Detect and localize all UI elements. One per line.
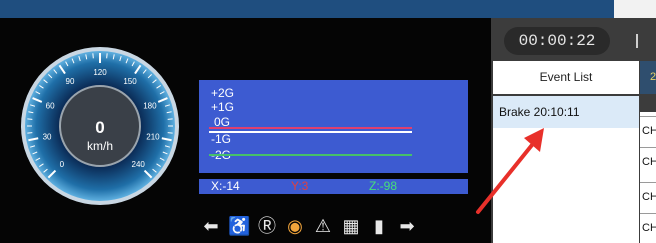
annotation-arrow-shaft (476, 138, 538, 214)
annotation-arrow (476, 128, 544, 214)
